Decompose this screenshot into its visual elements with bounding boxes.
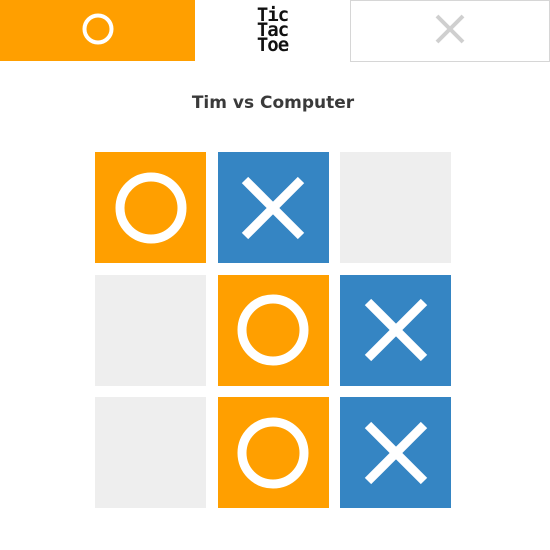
- logo-line-3: Toe: [256, 34, 289, 56]
- x-mark-icon: [241, 176, 305, 239]
- board-cell[interactable]: [95, 274, 206, 386]
- board-cell[interactable]: [95, 397, 206, 508]
- board-cell[interactable]: [217, 152, 329, 263]
- player-x-panel[interactable]: [350, 0, 550, 62]
- x-mark-icon: [364, 298, 427, 362]
- board-cell[interactable]: [217, 274, 329, 386]
- board-cell[interactable]: [340, 397, 451, 508]
- x-mark-icon: [364, 421, 427, 484]
- board-cell[interactable]: [340, 152, 451, 263]
- o-mark-icon: [237, 294, 309, 366]
- board-cell[interactable]: [340, 274, 451, 386]
- player-o-panel[interactable]: [0, 0, 195, 61]
- board-cell[interactable]: [217, 397, 329, 508]
- matchup-title: Tim vs Computer: [191, 93, 355, 113]
- logo: Tic Tac Toe: [195, 0, 350, 61]
- x-icon: [432, 11, 468, 51]
- o-icon: [81, 12, 115, 50]
- board-cell[interactable]: [95, 152, 206, 263]
- o-mark-icon: [237, 417, 309, 488]
- o-mark-icon: [115, 172, 186, 243]
- top-bar: Tic Tac Toe: [0, 0, 550, 62]
- game-board: [95, 152, 451, 508]
